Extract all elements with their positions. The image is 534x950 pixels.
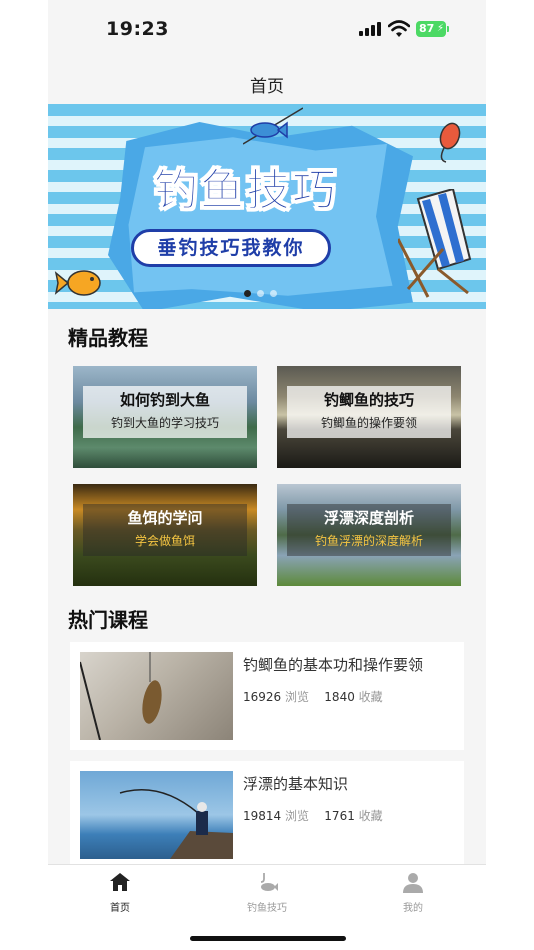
home-icon (110, 873, 130, 891)
view-label: 浏览 (285, 690, 310, 704)
beach-chair-icon (398, 189, 472, 298)
tutorial-subtitle: 学会做鱼饵 (134, 534, 195, 548)
favorite-label: 收藏 (358, 690, 383, 704)
tab-label: 钓鱼技巧 (247, 903, 287, 914)
battery-icon: 87 ⚡ (416, 21, 449, 37)
banner-subline: 垂钓技巧我教你 (131, 229, 331, 267)
tutorial-card[interactable]: 鱼饵的学问 学会做鱼饵 (73, 484, 257, 586)
battery-level: 87 (419, 22, 435, 35)
phone-screen: 19:23 87 ⚡ 首页 钓鱼技巧 垂钓技巧我教你 精品教程 如何钓到大鱼 钓… (48, 0, 486, 950)
wifi-icon (388, 20, 410, 37)
angler-image (119, 789, 233, 859)
course-thumbnail (80, 652, 233, 740)
course-title: 钓鲫鱼的基本功和操作要领 (243, 656, 424, 674)
tab-label: 首页 (110, 903, 130, 914)
tab-profile[interactable]: 我的 (363, 871, 463, 914)
favorite-count: 1840 (324, 690, 355, 704)
nav-bar: 首页 (48, 58, 486, 104)
goldfish-icon (54, 270, 101, 296)
page-title: 首页 (250, 77, 284, 97)
tutorial-subtitle: 钓鱼浮漂的深度解析 (314, 534, 423, 548)
course-card[interactable]: 钓鲫鱼的基本功和操作要领 16926 浏览 1840 收藏 (70, 642, 464, 750)
view-label: 浏览 (285, 809, 310, 823)
tab-fishing-tips[interactable]: 钓鱼技巧 (217, 871, 317, 914)
view-count: 16926 (243, 690, 282, 704)
course-title: 浮漂的基本知识 (243, 775, 349, 793)
course-stats: 16926 浏览 1840 收藏 (243, 688, 383, 705)
home-indicator (190, 936, 346, 941)
banner-headline: 钓鱼技巧 (154, 165, 338, 217)
favorite-count: 1761 (324, 809, 355, 823)
course-card[interactable]: 浮漂的基本知识 19814 浏览 1761 收藏 (70, 761, 464, 869)
carousel-dot[interactable] (257, 290, 264, 297)
tutorial-card-caption: 浮漂深度剖析 钓鱼浮漂的深度解析 (287, 504, 451, 556)
fish-on-line-image (80, 652, 162, 740)
tab-label: 我的 (403, 903, 423, 914)
tab-home[interactable]: 首页 (70, 871, 170, 914)
tutorial-title: 钓鲫鱼的技巧 (323, 391, 414, 409)
tutorial-card-caption: 如何钓到大鱼 钓到大鱼的学习技巧 (83, 386, 247, 438)
tutorial-card-caption: 鱼饵的学问 学会做鱼饵 (83, 504, 247, 556)
tutorial-card[interactable]: 如何钓到大鱼 钓到大鱼的学习技巧 (73, 366, 257, 468)
course-thumbnail (80, 771, 233, 859)
tutorial-card[interactable]: 钓鲫鱼的技巧 钓鲫鱼的操作要领 (277, 366, 461, 468)
carousel-dot[interactable] (270, 290, 277, 297)
lure-icon (439, 122, 461, 163)
tutorial-title: 如何钓到大鱼 (119, 391, 210, 409)
view-count: 19814 (243, 809, 282, 823)
user-icon (403, 873, 423, 893)
premium-section-title: 精品教程 (68, 326, 148, 350)
tutorial-title: 鱼饵的学问 (127, 509, 203, 527)
hot-section-title: 热门课程 (68, 608, 148, 632)
course-stats: 19814 浏览 1761 收藏 (243, 807, 383, 824)
status-time: 19:23 (106, 18, 169, 40)
fishing-icon (260, 873, 278, 891)
charging-bolt-icon: ⚡ (436, 23, 444, 34)
tutorial-card-caption: 钓鲫鱼的技巧 钓鲫鱼的操作要领 (287, 386, 451, 438)
fish-icon (243, 107, 303, 145)
tutorial-subtitle: 钓到大鱼的学习技巧 (110, 416, 219, 430)
carousel-dots (244, 290, 277, 300)
tutorial-card[interactable]: 浮漂深度剖析 钓鱼浮漂的深度解析 (277, 484, 461, 586)
status-bar: 19:23 87 ⚡ (48, 0, 486, 58)
tutorial-title: 浮漂深度剖析 (323, 509, 414, 527)
carousel-dot[interactable] (244, 290, 251, 297)
banner-carousel[interactable]: 钓鱼技巧 垂钓技巧我教你 (48, 104, 486, 309)
signal-icon (359, 22, 381, 36)
tutorial-subtitle: 钓鲫鱼的操作要领 (320, 416, 417, 430)
favorite-label: 收藏 (358, 809, 383, 823)
